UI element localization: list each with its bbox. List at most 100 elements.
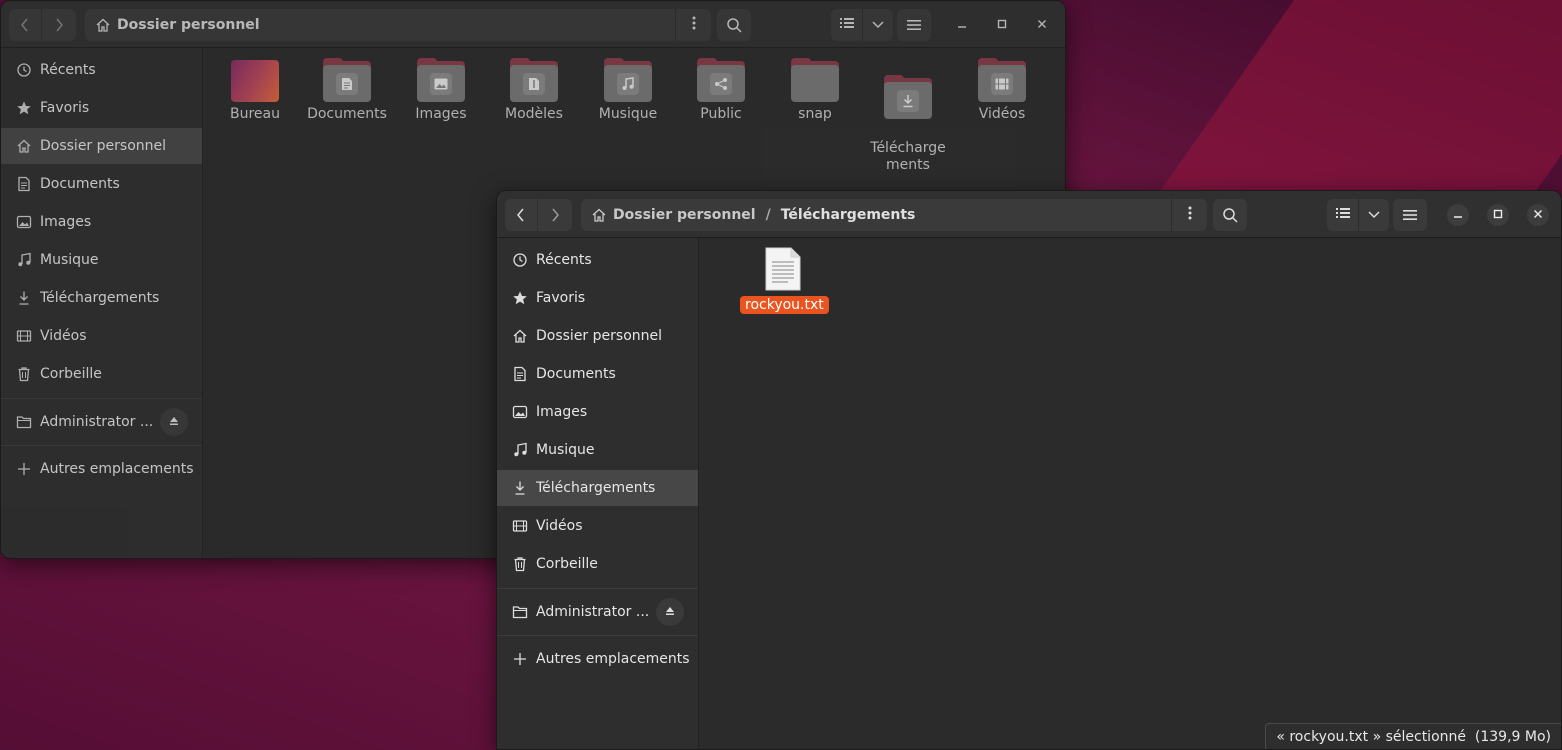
sidebar-item-other-locations[interactable]: Autres emplacements xyxy=(1,451,202,487)
music-folder-icon xyxy=(604,58,652,102)
eject-button[interactable] xyxy=(160,408,188,436)
clock-icon xyxy=(15,61,33,79)
list-view-button[interactable] xyxy=(1327,199,1358,231)
path-segment-home[interactable]: Dossier personnel xyxy=(117,17,260,33)
sidebar-item-label: Documents xyxy=(536,366,616,382)
sidebar-item-mount[interactable]: Administrator ... xyxy=(1,404,202,440)
sidebar-item-images[interactable]: Images xyxy=(497,394,698,430)
public-folder-icon xyxy=(697,58,745,102)
folder-item-documents[interactable]: Documents xyxy=(304,58,390,123)
video-icon xyxy=(511,517,529,535)
location-bar[interactable]: Dossier personnel / Téléchargements xyxy=(581,199,1207,231)
vertical-dots-icon xyxy=(692,16,696,34)
folder-icon xyxy=(15,413,33,431)
sidebar-item-documents[interactable]: Documents xyxy=(497,356,698,392)
minimize-button[interactable] xyxy=(1447,204,1469,226)
music-icon xyxy=(511,441,529,459)
sidebar-item-mount[interactable]: Administrator ... xyxy=(497,594,698,630)
sidebar-item-home[interactable]: Dossier personnel xyxy=(497,318,698,354)
sidebar-item-corbeille[interactable]: Corbeille xyxy=(1,356,202,392)
eject-button[interactable] xyxy=(656,598,684,626)
sidebar-item-label: Récents xyxy=(536,252,592,268)
sidebar-item-corbeille[interactable]: Corbeille xyxy=(497,546,698,582)
star-icon xyxy=(511,289,529,307)
folder-item-telechargements[interactable]: Télécharge ments xyxy=(865,58,951,191)
list-icon xyxy=(1335,207,1350,223)
view-options-button[interactable] xyxy=(1358,199,1389,231)
download-icon xyxy=(15,289,33,307)
back-button[interactable] xyxy=(9,9,41,41)
home-icon xyxy=(591,207,607,223)
sidebar: Récents Favoris Dossier personnel Docume… xyxy=(497,238,699,749)
sidebar-item-musique[interactable]: Musique xyxy=(1,242,202,278)
close-icon xyxy=(1533,207,1543,223)
music-icon xyxy=(15,251,33,269)
file-manager-window-downloads[interactable]: Dossier personnel / Téléchargements Réce… xyxy=(496,190,1562,750)
folder-item-images[interactable]: Images xyxy=(398,58,484,123)
sidebar-item-label: Autres emplacements xyxy=(40,461,194,477)
back-button[interactable] xyxy=(505,199,537,231)
sidebar-separator xyxy=(1,445,202,446)
view-options-button[interactable] xyxy=(862,9,893,41)
folder-view[interactable]: rockyou.txt xyxy=(700,238,1561,749)
view-toggle-group[interactable] xyxy=(1327,199,1389,231)
location-bar[interactable]: Dossier personnel xyxy=(85,9,711,41)
sidebar-item-favoris[interactable]: Favoris xyxy=(1,90,202,126)
sidebar-item-videos[interactable]: Vidéos xyxy=(497,508,698,544)
minimize-icon xyxy=(957,17,967,33)
path-segment-home[interactable]: Dossier personnel xyxy=(613,207,756,223)
minimize-icon xyxy=(1453,207,1463,223)
sidebar-item-recents[interactable]: Récents xyxy=(497,242,698,278)
forward-button[interactable] xyxy=(42,9,76,41)
folder-item-modeles[interactable]: Modèles xyxy=(491,58,577,123)
close-button[interactable] xyxy=(1527,204,1549,226)
vertical-dots-icon xyxy=(1188,206,1192,224)
close-icon xyxy=(1037,17,1047,33)
sidebar-item-home[interactable]: Dossier personnel xyxy=(1,128,202,164)
folder-item-public[interactable]: Public xyxy=(678,58,764,123)
search-button[interactable] xyxy=(717,9,751,41)
sidebar-item-documents[interactable]: Documents xyxy=(1,166,202,202)
sidebar-item-recents[interactable]: Récents xyxy=(1,52,202,88)
folder-item-snap[interactable]: snap xyxy=(772,58,858,123)
folder-label: Modèles xyxy=(505,106,563,122)
forward-button[interactable] xyxy=(538,199,572,231)
maximize-button[interactable] xyxy=(991,14,1013,36)
maximize-button[interactable] xyxy=(1487,204,1509,226)
eject-icon xyxy=(665,604,675,620)
chevron-left-icon xyxy=(516,208,526,222)
sidebar-item-telechargements[interactable]: Téléchargements xyxy=(1,280,202,316)
pictures-folder-icon xyxy=(417,58,465,102)
list-view-button[interactable] xyxy=(831,9,862,41)
trash-icon xyxy=(511,555,529,573)
hamburger-icon xyxy=(1403,209,1417,221)
folder-item-musique[interactable]: Musique xyxy=(585,58,671,123)
templates-folder-icon xyxy=(510,58,558,102)
file-item-rockyou[interactable]: rockyou.txt xyxy=(740,246,829,314)
sidebar-item-telechargements[interactable]: Téléchargements xyxy=(497,470,698,506)
main-menu-button[interactable] xyxy=(1393,199,1427,231)
main-menu-button[interactable] xyxy=(897,9,931,41)
plus-icon xyxy=(511,650,529,668)
minimize-button[interactable] xyxy=(951,14,973,36)
path-segment-downloads[interactable]: Téléchargements xyxy=(781,207,916,223)
view-toggle-group[interactable] xyxy=(831,9,893,41)
folder-item-bureau[interactable]: Bureau xyxy=(212,58,298,123)
video-icon xyxy=(15,327,33,345)
sidebar-item-musique[interactable]: Musique xyxy=(497,432,698,468)
sidebar-item-label: Images xyxy=(536,404,588,420)
folder-item-videos[interactable]: Vidéos xyxy=(959,58,1045,123)
sidebar-item-favoris[interactable]: Favoris xyxy=(497,280,698,316)
sidebar-item-other-locations[interactable]: Autres emplacements xyxy=(497,641,698,677)
chevron-down-icon xyxy=(1368,207,1380,223)
close-button[interactable] xyxy=(1031,14,1053,36)
sidebar-item-label: Favoris xyxy=(536,290,586,306)
path-menu-button[interactable] xyxy=(1171,199,1207,231)
sidebar-item-images[interactable]: Images xyxy=(1,204,202,240)
sidebar-item-videos[interactable]: Vidéos xyxy=(1,318,202,354)
search-button[interactable] xyxy=(1213,199,1247,231)
trash-icon xyxy=(15,365,33,383)
text-file-icon xyxy=(764,246,802,292)
path-menu-button[interactable] xyxy=(675,9,711,41)
sidebar-item-label: Images xyxy=(40,214,92,230)
